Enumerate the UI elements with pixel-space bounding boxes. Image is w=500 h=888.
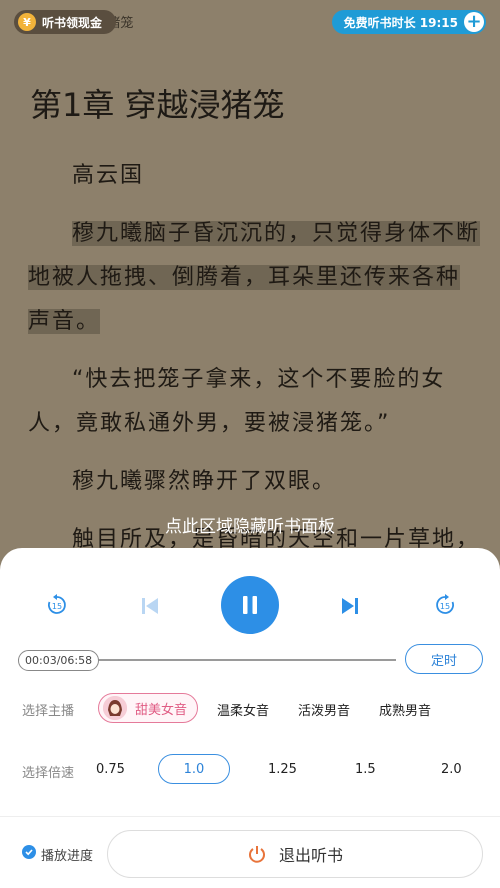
listen-cash-button[interactable]: ¥ 听书领现金 (14, 10, 117, 34)
playback-controls: 15 15 (0, 576, 500, 636)
pause-button[interactable] (221, 576, 279, 634)
listen-cash-label: 听书领现金 (42, 15, 103, 30)
speed-option[interactable]: 1.5 (355, 762, 376, 777)
hide-panel-hint[interactable]: 点此区域隐藏听书面板 (0, 512, 500, 537)
rewind-15-button[interactable]: 15 (42, 590, 72, 620)
coin-icon: ¥ (18, 13, 36, 31)
exit-listen-label: 退出听书 (278, 846, 343, 865)
skip-previous-icon (142, 598, 158, 614)
divider (0, 816, 500, 817)
speed-option-selected[interactable]: 1.0 (158, 754, 230, 784)
voice-option[interactable]: 成熟男音 (379, 700, 431, 719)
listen-panel: 15 15 00:03/06:58 定时 选择主播 甜美女音 温柔女音 活泼男音… (0, 548, 500, 888)
skip-next-icon (342, 598, 358, 614)
speed-option[interactable]: 1.25 (268, 762, 297, 777)
speed-option[interactable]: 2.0 (441, 762, 462, 777)
free-listen-time-button[interactable]: 免费听书时长 19:15 + (331, 10, 486, 34)
forward-15-button[interactable]: 15 (430, 590, 460, 620)
paragraph: 穆九曦骤然睁开了双眼。 (72, 469, 337, 494)
voice-option[interactable]: 温柔女音 (217, 700, 269, 719)
voice-option[interactable]: 活泼男音 (298, 700, 350, 719)
rewind-icon: 15 (48, 594, 66, 614)
paragraph-highlighted: 穆九曦脑子昏沉沉的，只觉得身体不断地被人拖拽、倒腾着，耳朵里还传来各种声音。 (28, 212, 481, 344)
previous-button[interactable] (136, 592, 164, 620)
voice-avatar-icon (103, 696, 127, 720)
next-button[interactable] (336, 592, 364, 620)
time-readout[interactable]: 00:03/06:58 (18, 650, 100, 671)
pause-icon (243, 596, 257, 614)
chapter-title: 第1章 穿越浸猪笼 (30, 86, 285, 124)
svg-text:15: 15 (440, 602, 450, 611)
highlight-span: 穆九曦脑子昏沉沉的，只觉得身体不断地被人拖拽、倒腾着，耳朵里还传来各种声音。 (28, 221, 481, 334)
svg-text:15: 15 (52, 602, 62, 611)
power-icon (249, 846, 265, 863)
paragraph: “快去把笼子拿来，这个不要脸的女人，竟敢私通外男，要被浸猪笼。” (28, 367, 446, 436)
timer-button[interactable]: 定时 (405, 644, 483, 674)
check-icon[interactable] (22, 845, 36, 859)
progress-check-label[interactable]: 播放进度 (41, 845, 93, 864)
free-listen-time-label: 免费听书时长 19:15 (343, 15, 458, 30)
paragraph: 高云国 (72, 163, 145, 188)
exit-listen-button[interactable]: 退出听书 (107, 830, 483, 878)
voice-option-selected[interactable]: 甜美女音 (98, 693, 198, 723)
forward-icon: 15 (436, 594, 454, 614)
voice-label: 甜美女音 (135, 702, 188, 718)
speed-option[interactable]: 0.75 (96, 762, 125, 777)
progress-slider[interactable]: 00:03/06:58 (18, 650, 396, 671)
anchor-label: 选择主播 (22, 704, 75, 719)
plus-icon[interactable]: + (464, 12, 484, 32)
speed-label: 选择倍速 (22, 766, 75, 781)
